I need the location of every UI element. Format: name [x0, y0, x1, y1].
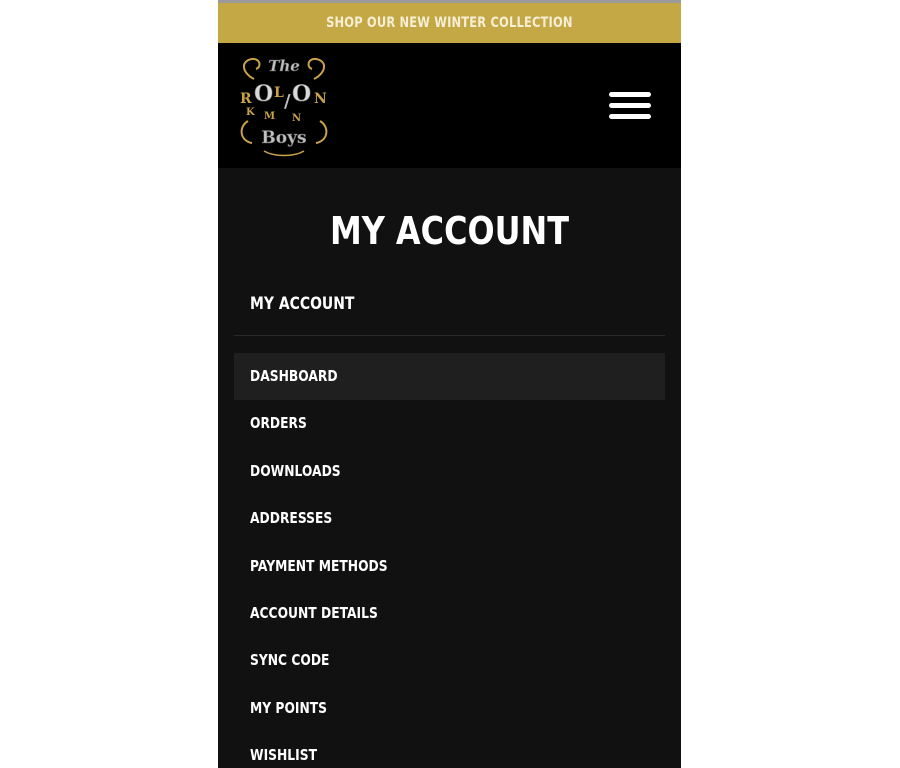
nav-item-label[interactable]: ORDERS: [250, 400, 307, 446]
hamburger-menu-icon: [609, 114, 651, 119]
svg-text:O: O: [254, 81, 273, 107]
hamburger-menu-icon: [609, 103, 651, 108]
hamburger-menu-button[interactable]: [604, 87, 656, 125]
promo-text[interactable]: SHOP OUR NEW WINTER COLLECTION: [326, 15, 573, 31]
nav-item-my-points[interactable]: MY POINTS: [234, 685, 665, 732]
nav-item-sync-code[interactable]: SYNC CODE: [234, 637, 665, 684]
svg-text:L: L: [274, 85, 284, 101]
nav-item-wishlist[interactable]: WISHLIST: [234, 732, 665, 768]
svg-text:O: O: [292, 81, 311, 107]
nav-item-downloads[interactable]: DOWNLOADS: [234, 448, 665, 495]
page-title: MY ACCOUNT: [329, 209, 570, 254]
nav-item-label[interactable]: ADDRESSES: [250, 495, 332, 541]
nav-item-payment-methods[interactable]: PAYMENT METHODS: [234, 543, 665, 590]
logo-icon: The R O L / O N M N K Boys: [240, 57, 328, 157]
nav-item-label[interactable]: MY POINTS: [250, 685, 327, 731]
nav-item-dashboard[interactable]: DASHBOARD: [234, 353, 665, 401]
svg-text:N: N: [314, 91, 327, 107]
svg-text:N: N: [292, 113, 301, 124]
nav-item-addresses[interactable]: ADDRESSES: [234, 495, 665, 542]
svg-text:The: The: [268, 57, 300, 75]
svg-text:M: M: [264, 111, 275, 122]
site-logo[interactable]: The R O L / O N M N K Boys: [234, 51, 334, 161]
promo-banner[interactable]: SHOP OUR NEW WINTER COLLECTION: [218, 3, 681, 43]
hamburger-menu-icon: [609, 92, 651, 97]
nav-item-label[interactable]: DASHBOARD: [250, 353, 338, 399]
nav-divider: [234, 335, 665, 336]
svg-text:Boys: Boys: [261, 128, 306, 148]
nav-item-orders[interactable]: ORDERS: [234, 400, 665, 447]
nav-item-account-details[interactable]: ACCOUNT DETAILS: [234, 590, 665, 637]
svg-text:R: R: [240, 91, 252, 107]
mobile-viewport: SHOP OUR NEW WINTER COLLECTION The R O L…: [218, 0, 681, 768]
account-nav-list: DASHBOARD ORDERS DOWNLOADS ADDRESSES PAY…: [234, 353, 665, 768]
nav-item-label[interactable]: WISHLIST: [250, 732, 317, 768]
nav-item-label[interactable]: ACCOUNT DETAILS: [250, 590, 378, 636]
account-nav-heading: MY ACCOUNT: [250, 294, 355, 314]
svg-text:K: K: [246, 107, 255, 118]
site-header: The R O L / O N M N K Boys: [218, 43, 681, 168]
nav-item-label[interactable]: PAYMENT METHODS: [250, 543, 388, 589]
nav-item-label[interactable]: SYNC CODE: [250, 637, 329, 683]
svg-text:/: /: [284, 91, 291, 112]
nav-item-label[interactable]: DOWNLOADS: [250, 448, 341, 494]
